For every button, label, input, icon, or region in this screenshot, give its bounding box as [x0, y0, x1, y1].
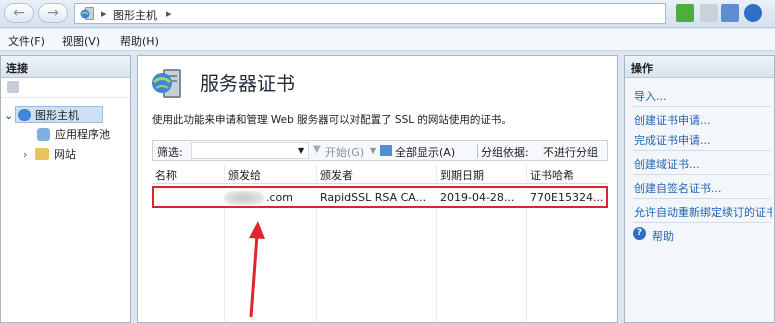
server-icon	[18, 109, 31, 121]
cell-issued-to: .com	[266, 191, 293, 204]
tree-item-label: 图形主机	[35, 109, 79, 122]
server-certificates-panel: 服务器证书 使用此功能来申请和管理 Web 服务器可以对配置了 SSL 的网站使…	[137, 55, 618, 323]
cell-hash: 770E15324...	[530, 191, 604, 204]
app-pool-icon	[37, 128, 50, 141]
address-input[interactable]: ▸ 图形主机 ▸	[74, 3, 666, 24]
help-icon: ?	[633, 227, 646, 240]
collapse-icon[interactable]: ⌄	[4, 107, 13, 124]
actions-divider	[633, 106, 771, 107]
connections-title: 连接	[1, 56, 130, 78]
server-icon	[80, 7, 94, 20]
filter-dropdown-icon[interactable]: ▼	[298, 146, 304, 155]
home-icon[interactable]	[721, 4, 739, 22]
new-connection-icon[interactable]	[7, 81, 19, 93]
actions-divider	[633, 222, 771, 223]
actions-pane: 操作 导入... 创建证书申请... 完成证书申请... 创建域证书... 创建…	[624, 55, 775, 323]
forward-button[interactable]: →	[38, 3, 68, 23]
expand-icon[interactable]: ›	[23, 146, 27, 163]
start-button[interactable]: 开始(G)	[325, 144, 364, 160]
column-header-hash[interactable]: 证书哈希	[530, 167, 574, 183]
redacted-blur	[224, 191, 264, 205]
column-header-name[interactable]: 名称	[155, 167, 177, 183]
table-row[interactable]: .com RapidSSL RSA CA... 2019-04-28... 77…	[152, 186, 608, 208]
column-header-issued-to[interactable]: 颁发给	[228, 167, 261, 183]
cell-expiry: 2019-04-28...	[440, 191, 515, 204]
sites-folder-icon	[35, 148, 49, 160]
annotation-arrow	[249, 221, 265, 318]
refresh-icon[interactable]	[676, 4, 694, 22]
table-header: 名称 颁发给 颁发者 到期日期 证书哈希	[152, 164, 608, 184]
menu-file[interactable]: 文件(F)	[8, 33, 45, 49]
filter-input[interactable]	[191, 142, 309, 159]
page-description: 使用此功能来申请和管理 Web 服务器可以对配置了 SSL 的网站使用的证书。	[152, 114, 512, 126]
breadcrumb-host[interactable]: 图形主机	[113, 7, 157, 23]
action-create-self-signed[interactable]: 创建自签名证书...	[634, 180, 722, 196]
server-certificates-icon	[152, 69, 181, 98]
group-by-label: 分组依据:	[481, 146, 529, 159]
column-header-issuer[interactable]: 颁发者	[320, 167, 353, 183]
connections-pane: 连接 ⌄ 图形主机 应用程序池 › 网站	[0, 55, 131, 323]
tree-item-host[interactable]: ⌄ 图形主机	[4, 106, 103, 123]
tree-item-app-pools[interactable]: 应用程序池	[37, 126, 127, 143]
actions-title: 操作	[625, 56, 774, 78]
menu-help[interactable]: 帮助(H)	[120, 33, 159, 49]
cell-issuer: RapidSSL RSA CA...	[320, 191, 427, 204]
address-bar: ← → ▸ 图形主机 ▸	[0, 0, 775, 28]
tree-item-label: 网站	[54, 148, 76, 161]
column-header-expiry[interactable]: 到期日期	[440, 167, 484, 183]
breadcrumb-separator: ▸	[166, 7, 172, 20]
menu-view[interactable]: 视图(V)	[62, 33, 100, 49]
breadcrumb-separator: ▸	[101, 7, 107, 20]
help-icon[interactable]	[744, 4, 762, 22]
group-by-select[interactable]: 不进行分组	[543, 144, 598, 160]
actions-divider	[633, 174, 771, 175]
action-import[interactable]: 导入...	[634, 88, 667, 104]
connections-toolbar	[1, 78, 130, 98]
menu-bar: 文件(F) 视图(V) 帮助(H)	[0, 29, 775, 51]
toolbar-divider	[477, 144, 478, 158]
start-dropdown-icon[interactable]: ▼	[370, 146, 376, 155]
filter-label: 筛选:	[157, 146, 183, 159]
show-all-button[interactable]: 全部显示(A)	[395, 144, 455, 160]
actions-divider	[633, 150, 771, 151]
back-button[interactable]: ←	[4, 3, 34, 23]
show-all-icon	[380, 145, 392, 156]
actions-divider	[633, 198, 771, 199]
page-title: 服务器证书	[200, 73, 296, 95]
action-help[interactable]: 帮助	[652, 228, 674, 244]
tree-item-label: 应用程序池	[55, 128, 110, 141]
certificates-table: 名称 颁发给 颁发者 到期日期 证书哈希 .com RapidSSL RSA C…	[152, 164, 608, 322]
action-create-request[interactable]: 创建证书申请...	[634, 112, 711, 128]
action-create-domain-cert[interactable]: 创建域证书...	[634, 156, 700, 172]
filter-bar: 筛选: ▼ ▼ 开始(G) ▼ 全部显示(A) 分组依据: 不进行分组	[152, 140, 608, 161]
tree-item-sites[interactable]: › 网站	[23, 146, 113, 163]
stop-icon[interactable]	[700, 4, 718, 22]
funnel-icon: ▼	[313, 144, 321, 155]
action-auto-rebind[interactable]: 允许自动重新绑定续订的证书	[634, 204, 772, 220]
action-complete-request[interactable]: 完成证书申请...	[634, 132, 711, 148]
